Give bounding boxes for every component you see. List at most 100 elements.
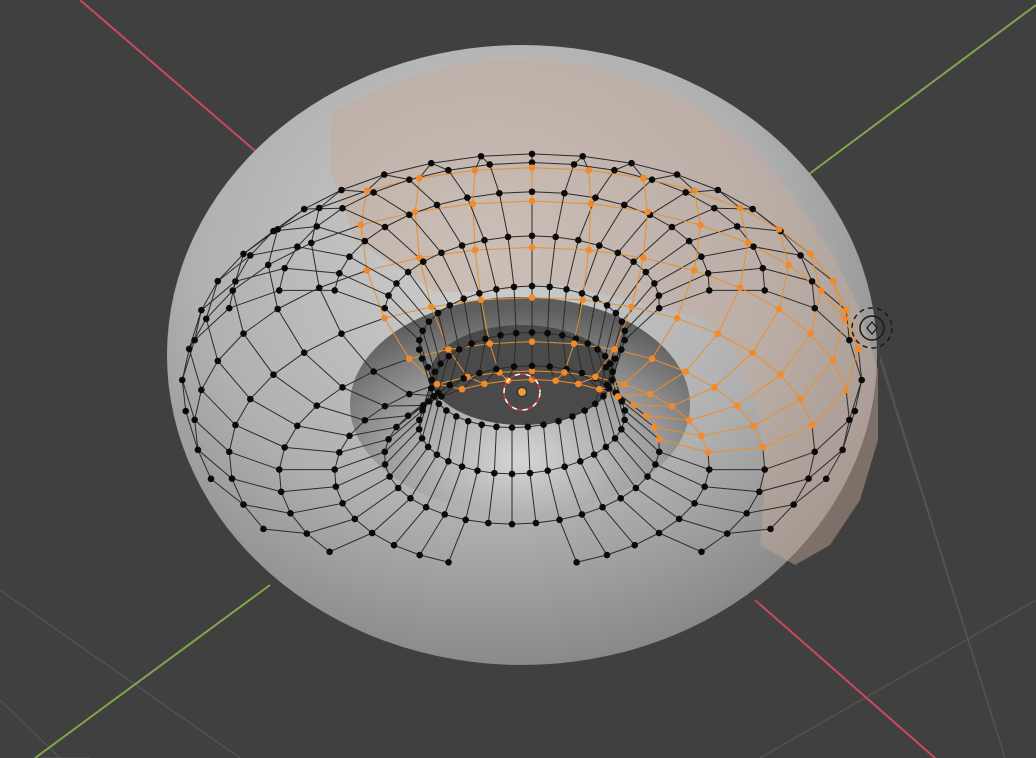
vertex[interactable]: [617, 495, 625, 502]
vertex[interactable]: [425, 318, 433, 325]
vertex[interactable]: [611, 355, 619, 362]
vertex[interactable]: [232, 278, 239, 285]
vertex[interactable]: [476, 289, 483, 297]
vertex[interactable]: [380, 171, 388, 178]
vertex[interactable]: [524, 423, 532, 431]
vertex[interactable]: [602, 443, 610, 451]
vertex[interactable]: [578, 369, 586, 377]
vertex[interactable]: [552, 233, 559, 241]
selected-vertex[interactable]: [528, 294, 536, 301]
vertex[interactable]: [240, 501, 247, 508]
vertex[interactable]: [405, 211, 413, 219]
vertex[interactable]: [416, 416, 423, 424]
vertex[interactable]: [570, 161, 578, 168]
selected-vertex[interactable]: [750, 422, 757, 430]
vertex[interactable]: [858, 376, 865, 384]
selected-vertex[interactable]: [575, 380, 582, 388]
vertex[interactable]: [194, 446, 202, 454]
vertex[interactable]: [381, 461, 389, 468]
vertex[interactable]: [361, 237, 369, 245]
selected-vertex[interactable]: [481, 380, 488, 388]
vertex[interactable]: [811, 448, 819, 456]
vertex[interactable]: [313, 223, 321, 230]
vertex[interactable]: [431, 368, 439, 376]
vertex[interactable]: [618, 318, 626, 325]
selected-vertex[interactable]: [585, 246, 592, 254]
vertex[interactable]: [240, 330, 247, 337]
vertex[interactable]: [339, 500, 346, 507]
vertex[interactable]: [600, 392, 607, 400]
vertex[interactable]: [191, 336, 198, 344]
vertex[interactable]: [458, 242, 466, 249]
vertex[interactable]: [575, 236, 582, 244]
vertex[interactable]: [419, 327, 426, 335]
vertex[interactable]: [743, 510, 750, 517]
selected-vertex[interactable]: [445, 346, 452, 353]
vertex[interactable]: [705, 287, 713, 294]
vertex[interactable]: [497, 331, 504, 339]
vertex[interactable]: [482, 335, 489, 343]
selected-vertex[interactable]: [528, 197, 536, 205]
selected-vertex[interactable]: [668, 402, 676, 410]
vertex[interactable]: [191, 416, 198, 424]
vertex[interactable]: [418, 435, 426, 442]
vertex[interactable]: [430, 392, 438, 400]
selected-vertex[interactable]: [471, 166, 479, 174]
vertex[interactable]: [428, 384, 435, 392]
vertex[interactable]: [478, 421, 486, 429]
vertex[interactable]: [805, 475, 812, 482]
selected-vertex[interactable]: [685, 416, 693, 424]
vertex[interactable]: [528, 150, 536, 158]
vertex[interactable]: [462, 516, 469, 524]
vertex[interactable]: [555, 417, 562, 425]
vertex[interactable]: [655, 304, 663, 312]
vertex[interactable]: [601, 352, 609, 360]
vertex[interactable]: [648, 176, 656, 183]
selected-vertex[interactable]: [808, 421, 816, 429]
selected-vertex[interactable]: [841, 315, 848, 323]
selected-vertex[interactable]: [646, 390, 654, 398]
selected-vertex[interactable]: [528, 244, 536, 251]
vertex[interactable]: [303, 530, 311, 537]
viewport-canvas[interactable]: [0, 0, 1036, 758]
vertex[interactable]: [621, 407, 629, 414]
selected-vertex[interactable]: [363, 267, 371, 274]
vertex[interactable]: [528, 282, 536, 290]
vertex[interactable]: [528, 362, 536, 370]
selected-vertex[interactable]: [673, 314, 681, 322]
vertex[interactable]: [207, 475, 215, 483]
vertex[interactable]: [668, 223, 676, 231]
vertex[interactable]: [603, 551, 611, 559]
vertex[interactable]: [394, 484, 402, 492]
vertex[interactable]: [493, 423, 500, 431]
vertex[interactable]: [270, 227, 277, 235]
vertex[interactable]: [445, 457, 452, 465]
vertex[interactable]: [486, 161, 493, 168]
vertex[interactable]: [540, 421, 547, 429]
vertex[interactable]: [281, 264, 288, 272]
vertex[interactable]: [477, 152, 485, 160]
vertex[interactable]: [214, 357, 222, 365]
vertex[interactable]: [631, 541, 639, 549]
selected-vertex[interactable]: [357, 221, 365, 229]
vertex[interactable]: [698, 548, 705, 556]
vertex[interactable]: [351, 515, 359, 523]
selected-vertex[interactable]: [528, 164, 536, 171]
vertex[interactable]: [381, 223, 389, 231]
selected-vertex[interactable]: [749, 349, 756, 356]
vertex[interactable]: [370, 189, 377, 196]
vertex[interactable]: [603, 302, 611, 309]
vertex[interactable]: [611, 166, 618, 174]
vertex[interactable]: [331, 287, 339, 294]
vertex[interactable]: [578, 511, 586, 518]
selected-vertex[interactable]: [363, 187, 371, 195]
vertex[interactable]: [733, 223, 741, 230]
vertex[interactable]: [427, 159, 435, 167]
vertex[interactable]: [491, 469, 498, 477]
selected-vertex[interactable]: [829, 277, 837, 285]
vertex[interactable]: [418, 355, 426, 362]
selected-vertex[interactable]: [817, 287, 825, 294]
selected-vertex[interactable]: [644, 208, 651, 216]
vertex[interactable]: [711, 204, 718, 212]
vertex[interactable]: [464, 194, 471, 202]
